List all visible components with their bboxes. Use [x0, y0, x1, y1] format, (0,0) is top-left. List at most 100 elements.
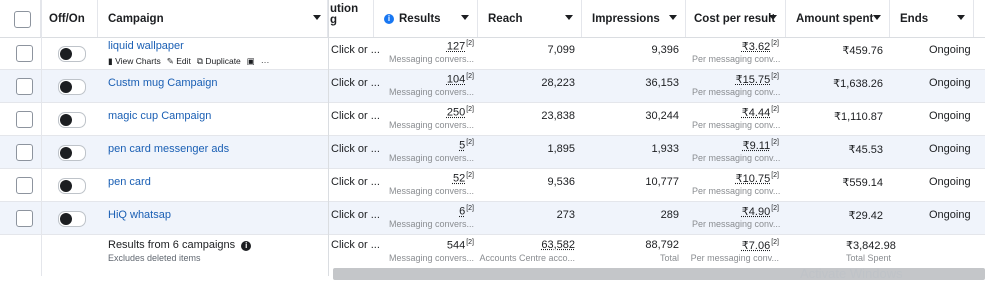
campaign-toggle[interactable]: [58, 211, 86, 227]
footer-results-sub: Messaging convers...: [388, 253, 474, 263]
more-options-button[interactable]: ···: [261, 57, 270, 67]
row-checkbox[interactable]: [16, 111, 33, 128]
cpr-number[interactable]: ₹15.75: [736, 74, 771, 86]
cpr-number[interactable]: ₹9.11: [743, 140, 771, 152]
chevron-down-icon: [873, 15, 881, 20]
col-off-on[interactable]: Off/On: [41, 0, 98, 37]
footer-spent: ₹3,842.98: [846, 240, 896, 252]
footnote-mark: [2]: [466, 139, 474, 146]
cost-per-result-value: ₹10.75[2]: [686, 172, 779, 185]
col-results[interactable]: i Results: [374, 0, 478, 37]
impressions-value: 1,933: [651, 143, 679, 155]
campaign-name-link[interactable]: pen card: [108, 176, 151, 188]
row-checkbox[interactable]: [16, 45, 33, 62]
toggle-knob: [60, 180, 72, 192]
col-attribution-label: ution g: [330, 3, 359, 26]
duplicate-label: Duplicate: [205, 56, 241, 66]
col-amount-spent[interactable]: Amount spent: [786, 0, 890, 37]
campaign-name-link[interactable]: pen card messenger ads: [108, 143, 229, 155]
row-actions: ▮ View Charts ✎ Edit ⧉ Duplicate ▣ ···: [108, 56, 269, 67]
cpr-number[interactable]: ₹3.62: [742, 41, 770, 53]
col-ends[interactable]: Ends: [890, 0, 974, 37]
results-sub: Messaging convers...: [388, 120, 474, 130]
col-campaign-label: Campaign: [108, 12, 164, 25]
table-row[interactable]: pen card messenger ads Click or ... 5[2] Me…: [0, 136, 985, 169]
footnote-mark: [2]: [771, 73, 779, 81]
footer-reach-sub: Accounts Centre acco...: [479, 253, 575, 263]
results-number[interactable]: 104: [447, 74, 465, 86]
campaign-toggle[interactable]: [58, 145, 86, 161]
toggle-knob: [60, 147, 72, 159]
row-checkbox[interactable]: [16, 78, 33, 95]
cpr-number[interactable]: ₹4.44: [742, 107, 770, 119]
results-number[interactable]: 52: [453, 173, 465, 185]
results-sub: Messaging convers...: [388, 186, 474, 196]
footer-impressions-sub: Total: [659, 253, 679, 263]
reach-value: 1,895: [547, 143, 575, 155]
results-sub: Messaging convers...: [388, 153, 474, 163]
table-row[interactable]: magic cup Campaign Click or ... 250[2] Mess…: [0, 103, 985, 136]
campaign-name-link[interactable]: HiQ whatsap: [108, 209, 171, 221]
col-impressions[interactable]: Impressions: [582, 0, 686, 37]
footnote-mark: [2]: [771, 239, 779, 247]
table-row[interactable]: liquid wallpaper ▮ View Charts ✎ Edit ⧉ Dup…: [0, 37, 985, 70]
campaign-toggle[interactable]: [58, 46, 86, 62]
campaign-toggle[interactable]: [58, 79, 86, 95]
row-checkbox[interactable]: [16, 144, 33, 161]
footnote-mark: [2]: [771, 139, 779, 147]
edit-action[interactable]: ✎ Edit: [167, 56, 191, 67]
table-row[interactable]: Custm mug Campaign Click or ... 104[2] Mess…: [0, 70, 985, 103]
results-number[interactable]: 127: [447, 41, 465, 53]
cost-per-result-value: ₹4.90[2]: [686, 205, 779, 218]
footer-impressions: 88,792: [645, 239, 679, 251]
campaign-name-link[interactable]: liquid wallpaper: [108, 40, 184, 52]
col-ends-label: Ends: [900, 12, 929, 25]
attribution-setting: Click or ...: [331, 77, 380, 89]
col-attribution[interactable]: ution g: [328, 0, 374, 37]
chevron-down-icon: [313, 15, 321, 20]
row-checkbox[interactable]: [16, 177, 33, 194]
amount-spent-value: ₹29.42: [848, 210, 883, 222]
edit-label: Edit: [176, 56, 191, 66]
duplicate-action[interactable]: ⧉ Duplicate: [197, 56, 241, 67]
col-reach[interactable]: Reach: [478, 0, 582, 37]
col-amount-spent-label: Amount spent: [796, 12, 874, 25]
col-cost-per-result[interactable]: Cost per result: [686, 0, 786, 37]
campaign-name-link[interactable]: magic cup Campaign: [108, 110, 211, 122]
select-all-checkbox[interactable]: [14, 11, 31, 28]
footer-title: Results from 6 campaigns i: [108, 239, 256, 251]
campaign-toggle[interactable]: [58, 112, 86, 128]
view-charts-action[interactable]: ▮ View Charts: [108, 56, 161, 67]
pencil-icon: ✎: [166, 56, 174, 66]
cpr-number[interactable]: ₹4.90: [742, 206, 770, 218]
footnote-mark: [2]: [466, 106, 474, 113]
toggle-knob: [60, 81, 72, 93]
table-row[interactable]: pen card Click or ... 52[2] Messaging conve…: [0, 169, 985, 202]
footer-cpr-value[interactable]: ₹7.06: [742, 240, 770, 252]
footer-results: 544[2]: [380, 239, 474, 252]
chevron-down-icon: [769, 15, 777, 20]
activate-windows-watermark: Activate Windows: [800, 266, 903, 281]
results-number[interactable]: 250: [447, 107, 465, 119]
table-row[interactable]: HiQ whatsap Click or ... 6[2] Messaging con…: [0, 202, 985, 235]
col-campaign[interactable]: Campaign: [98, 0, 328, 37]
results-number[interactable]: 5: [459, 140, 465, 152]
footnote-mark: [2]: [466, 40, 474, 47]
results-value: 5[2]: [380, 139, 474, 152]
campaign-name-link[interactable]: Custm mug Campaign: [108, 77, 217, 89]
toggle-knob: [60, 48, 72, 60]
attribution-setting: Click or ...: [331, 110, 380, 122]
chevron-down-icon: [957, 15, 965, 20]
cost-per-result-value: ₹3.62[2]: [686, 40, 779, 53]
results-number[interactable]: 6: [459, 206, 465, 218]
amount-spent-value: ₹1,638.26: [833, 78, 883, 90]
cpr-number[interactable]: ₹10.75: [736, 173, 771, 185]
footer-cpr-sub: Per messaging conv...: [690, 253, 779, 263]
campaign-toggle[interactable]: [58, 178, 86, 194]
reach-value: 9,536: [547, 176, 575, 188]
compare-icon[interactable]: ▣: [247, 56, 255, 67]
footer-reach-value[interactable]: 63,582: [541, 239, 575, 251]
row-checkbox[interactable]: [16, 210, 33, 227]
info-icon[interactable]: i: [241, 241, 252, 251]
footnote-mark: [2]: [466, 205, 474, 212]
